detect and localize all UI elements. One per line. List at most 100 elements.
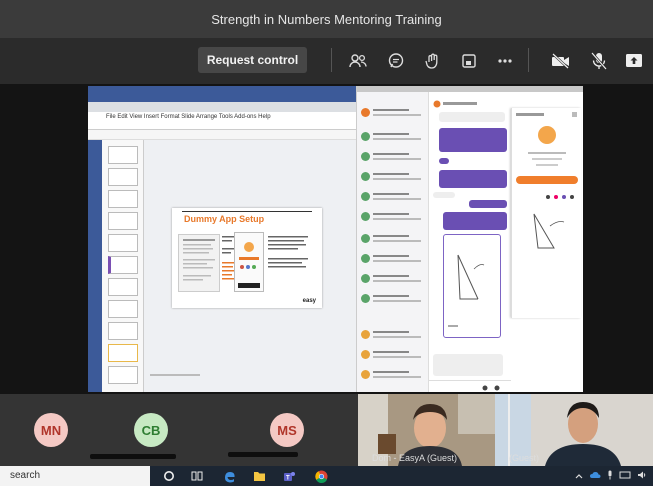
slide-thumbnail xyxy=(108,278,138,296)
participant-avatar: MN xyxy=(34,413,68,447)
chat-message xyxy=(469,200,507,208)
slide-thumbnail xyxy=(108,234,138,252)
chat-message xyxy=(439,128,507,152)
slide-logo: easy xyxy=(302,298,316,304)
slide-thumbnail xyxy=(108,366,138,384)
list-item xyxy=(361,232,427,248)
cortana-icon[interactable] xyxy=(162,469,176,483)
avatar xyxy=(361,192,370,201)
raise-hand-icon[interactable] xyxy=(422,50,444,72)
mic-off-icon[interactable] xyxy=(588,50,610,72)
list-item xyxy=(361,252,427,268)
meeting-toolbar: Request control xyxy=(0,38,653,84)
edge-browser-icon[interactable] xyxy=(222,469,236,483)
participant-video[interactable]: (Guest) xyxy=(495,394,653,466)
title-bar: Strength in Numbers Mentoring Training xyxy=(0,0,653,38)
avatar xyxy=(361,152,370,161)
chat-conversation-pane xyxy=(429,92,511,392)
chat-conversation-list xyxy=(357,92,429,392)
participant-initials: MN xyxy=(40,422,62,438)
chrome-icon[interactable] xyxy=(314,469,328,483)
chat-icon[interactable] xyxy=(385,50,407,72)
participant-avatar: MS xyxy=(270,413,304,447)
chat-image-card[interactable] xyxy=(443,234,501,338)
participant-initials: CB xyxy=(141,422,161,438)
slide-thumbnail xyxy=(108,190,138,208)
share-screen-icon[interactable] xyxy=(623,50,645,72)
svg-text:T: T xyxy=(286,475,290,481)
slides-menu-bar: File Edit View Insert Format Slide Arran… xyxy=(88,112,356,130)
participant-tile[interactable]: CB xyxy=(88,394,218,466)
volume-icon[interactable] xyxy=(637,470,647,482)
network-icon[interactable] xyxy=(619,471,631,481)
list-item xyxy=(361,190,427,206)
profile-panel xyxy=(511,108,581,318)
list-item xyxy=(361,292,427,308)
list-item xyxy=(361,106,427,122)
teams-app-icon[interactable]: T xyxy=(282,469,296,483)
shared-screen-content: File Edit View Insert Format Slide Arran… xyxy=(88,86,583,392)
slides-menu-text: File Edit View Insert Format Slide Arran… xyxy=(106,114,271,120)
avatar xyxy=(361,274,370,283)
list-item xyxy=(361,130,427,146)
chat-message xyxy=(439,170,507,188)
slide-rule xyxy=(182,211,312,212)
current-slide: Dummy App Setup easy xyxy=(172,208,322,308)
chat-message xyxy=(443,212,507,230)
avatar xyxy=(361,294,370,303)
participant-video-name: (Guest) xyxy=(509,453,540,463)
participant-tile[interactable]: MN xyxy=(0,394,88,466)
slide-document-image xyxy=(178,234,220,292)
windows-taskbar: search T xyxy=(0,466,653,486)
people-icon[interactable] xyxy=(347,50,369,72)
chat-compose-bar[interactable] xyxy=(429,380,511,392)
more-icon[interactable] xyxy=(494,50,516,72)
list-item xyxy=(361,368,427,384)
participant-video[interactable]: Dom - EasyA (Guest) xyxy=(358,394,495,466)
list-item xyxy=(361,150,427,166)
meeting-title: Strength in Numbers Mentoring Training xyxy=(211,11,442,27)
taskbar-search-box[interactable]: search xyxy=(0,466,150,486)
toolbar-divider xyxy=(331,48,332,72)
avatar xyxy=(361,370,370,379)
avatar xyxy=(361,132,370,141)
redacted-name xyxy=(90,454,176,459)
cloud-icon[interactable] xyxy=(589,471,601,481)
avatar xyxy=(361,212,370,221)
profile-action-button[interactable] xyxy=(516,176,578,184)
slide-thumbnail xyxy=(108,168,138,186)
chat-message xyxy=(439,158,449,164)
slides-app-window: File Edit View Insert Format Slide Arran… xyxy=(88,86,356,392)
slide-thumbnail xyxy=(108,256,138,274)
participant-initials: MS xyxy=(277,422,297,438)
list-item xyxy=(361,272,427,288)
list-item xyxy=(361,210,427,226)
microphone-icon[interactable] xyxy=(607,470,613,482)
file-explorer-icon[interactable] xyxy=(252,469,266,483)
chat-app-window xyxy=(356,86,583,392)
avatar xyxy=(361,172,370,181)
redacted-name xyxy=(228,452,298,457)
avatar xyxy=(538,126,556,144)
share-tray-icon[interactable] xyxy=(458,50,480,72)
participant-strip: MN CB MS Dom - EasyA (Guest) (Guest) xyxy=(0,394,653,466)
avatar xyxy=(361,234,370,243)
system-tray xyxy=(575,469,647,483)
chevron-up-icon[interactable] xyxy=(575,472,583,481)
camera-off-icon[interactable] xyxy=(550,50,572,72)
slides-canvas: Dummy App Setup easy xyxy=(144,140,356,392)
avatar xyxy=(361,350,370,359)
task-view-icon[interactable] xyxy=(190,469,204,483)
request-control-label: Request control xyxy=(206,53,299,67)
list-item xyxy=(361,328,427,344)
slides-toolbar xyxy=(88,130,356,140)
avatar xyxy=(361,330,370,339)
participant-video-name: Dom - EasyA (Guest) xyxy=(372,453,458,463)
participant-tile[interactable]: MS xyxy=(218,394,358,466)
slide-phone-mockup xyxy=(234,232,264,292)
list-item xyxy=(361,348,427,364)
toolbar-divider xyxy=(528,48,529,72)
slide-thumbnail xyxy=(108,344,138,362)
request-control-button[interactable]: Request control xyxy=(198,47,307,73)
slide-thumbnail xyxy=(108,300,138,318)
